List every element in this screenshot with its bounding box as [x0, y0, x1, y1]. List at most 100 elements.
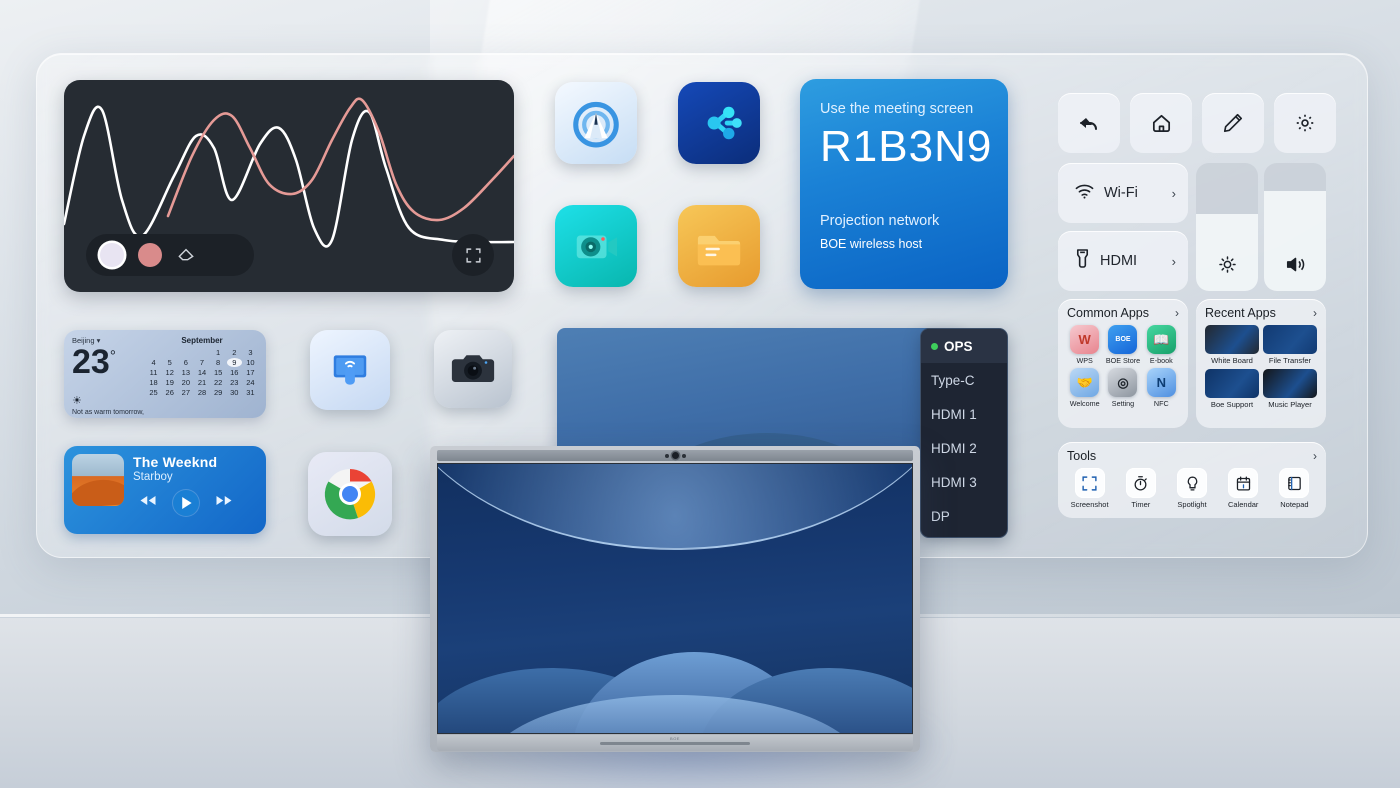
- whiteboard-toolbar[interactable]: [86, 234, 254, 276]
- chrome-browser-icon[interactable]: [308, 452, 392, 536]
- brightness-slider[interactable]: [1196, 163, 1258, 291]
- calendar-day[interactable]: 31: [243, 388, 258, 397]
- airdrop-cast-icon[interactable]: [555, 82, 637, 164]
- calendar-day[interactable]: 8: [211, 358, 226, 367]
- tools-group[interactable]: Tools › Screenshot Timer Spotlight Calendar…: [1058, 442, 1326, 518]
- calendar-day[interactable]: 26: [162, 388, 177, 397]
- source-item-hdmi-2[interactable]: HDMI 2: [921, 431, 1007, 465]
- app-welcome[interactable]: 🤝 Welcome: [1067, 368, 1102, 408]
- boe-interactive-flat-panel[interactable]: BOE: [430, 446, 920, 752]
- settings-gear-button[interactable]: [1274, 93, 1336, 153]
- weather-calendar-widget[interactable]: Beijing ▾ 23° ☀ Not as warm tomorrow, wi…: [64, 330, 266, 418]
- calendar-day[interactable]: 4: [146, 358, 161, 367]
- recent-boe-support[interactable]: Boe Support: [1205, 369, 1259, 409]
- fullscreen-icon[interactable]: [452, 234, 494, 276]
- calendar-day[interactable]: 13: [178, 368, 193, 377]
- share-network-icon[interactable]: [678, 82, 760, 164]
- calendar-day[interactable]: 3: [243, 348, 258, 357]
- app-nfc[interactable]: N NFC: [1144, 368, 1179, 408]
- music-player-widget[interactable]: The Weeknd Starboy: [64, 446, 266, 534]
- app-label: NFC: [1153, 399, 1169, 408]
- calendar-day[interactable]: 20: [178, 378, 193, 387]
- calendar-grid[interactable]: 1 2 3 4 5 6 7 8 9 10 11 12 13 14 15 16 17 18 19 20 21 22 23 24 2…: [146, 348, 258, 397]
- calendar-day[interactable]: 10: [243, 358, 258, 367]
- calendar-day[interactable]: 29: [211, 388, 226, 397]
- pen-pink-button[interactable]: [138, 243, 162, 267]
- source-item-ops[interactable]: OPS: [921, 329, 1007, 363]
- calendar-day[interactable]: 30: [227, 388, 242, 397]
- whiteboard-card[interactable]: [64, 80, 514, 292]
- input-source-list[interactable]: OPS Type-C HDMI 1 HDMI 2 HDMI 3 DP: [920, 328, 1008, 538]
- common-apps-grid[interactable]: W WPS BOE BOE Store 📖 E-book 🤝 Welcome ◎ Setting N…: [1067, 325, 1179, 408]
- calendar-day[interactable]: 25: [146, 388, 161, 397]
- calendar-day[interactable]: 19: [162, 378, 177, 387]
- chevron-right-icon[interactable]: ›: [1172, 254, 1176, 269]
- calendar-day[interactable]: 16: [227, 368, 242, 377]
- hdmi-setting-row[interactable]: HDMI ›: [1058, 231, 1188, 291]
- recent-apps-group[interactable]: Recent Apps › White Board File Transfer Bo…: [1196, 299, 1326, 428]
- calendar-blank: [162, 348, 177, 357]
- calendar-day[interactable]: 5: [162, 358, 177, 367]
- source-item-hdmi-3[interactable]: HDMI 3: [921, 465, 1007, 499]
- brightness-fill: [1196, 214, 1258, 291]
- source-item-type-c[interactable]: Type-C: [921, 363, 1007, 397]
- pen-white-button[interactable]: [100, 243, 124, 267]
- chevron-right-icon[interactable]: ›: [1313, 306, 1317, 320]
- tool-timer[interactable]: Timer: [1118, 468, 1163, 509]
- calendar-day[interactable]: 9: [226, 358, 242, 367]
- calendar-day[interactable]: 6: [178, 358, 193, 367]
- recent-file-transfer[interactable]: File Transfer: [1263, 325, 1317, 365]
- tools-grid[interactable]: Screenshot Timer Spotlight Calendar Notepad: [1067, 468, 1317, 509]
- app-label: BOE Store: [1105, 356, 1141, 365]
- calendar-day[interactable]: 7: [194, 358, 209, 367]
- calendar-day[interactable]: 28: [194, 388, 209, 397]
- previous-icon[interactable]: [139, 494, 157, 512]
- app-wps[interactable]: W WPS: [1067, 325, 1102, 365]
- music-controls[interactable]: [133, 490, 233, 516]
- chevron-right-icon[interactable]: ›: [1313, 449, 1317, 463]
- display-screen[interactable]: [437, 463, 913, 734]
- play-button[interactable]: [173, 490, 199, 516]
- tool-notepad[interactable]: Notepad: [1272, 468, 1317, 509]
- recent-apps-grid[interactable]: White Board File Transfer Boe Support Music…: [1205, 325, 1317, 409]
- calendar-day[interactable]: 23: [227, 378, 242, 387]
- tool-screenshot[interactable]: Screenshot: [1067, 468, 1112, 509]
- camera-icon[interactable]: [434, 330, 512, 408]
- eraser-icon[interactable]: [176, 243, 196, 268]
- video-camera-icon[interactable]: [555, 205, 637, 287]
- chevron-right-icon[interactable]: ›: [1172, 186, 1176, 201]
- recent-white-board[interactable]: White Board: [1205, 325, 1259, 365]
- app-e-book[interactable]: 📖 E-book: [1144, 325, 1179, 365]
- source-item-dp[interactable]: DP: [921, 499, 1007, 533]
- meeting-code-card[interactable]: Use the meeting screen R1B3N9 Projection…: [800, 79, 1008, 289]
- next-icon[interactable]: [215, 494, 233, 512]
- calendar-day[interactable]: 22: [211, 378, 226, 387]
- calendar-day[interactable]: 24: [243, 378, 258, 387]
- calendar-day[interactable]: 21: [194, 378, 209, 387]
- common-apps-group[interactable]: Common Apps › W WPS BOE BOE Store 📖 E-book 🤝 We…: [1058, 299, 1188, 428]
- calendar-day[interactable]: 12: [162, 368, 177, 377]
- volume-slider[interactable]: [1264, 163, 1326, 291]
- tool-calendar[interactable]: Calendar: [1221, 468, 1266, 509]
- calendar-day[interactable]: 15: [211, 368, 226, 377]
- chevron-right-icon[interactable]: ›: [1175, 306, 1179, 320]
- calendar-day[interactable]: 17: [243, 368, 258, 377]
- annotate-pencil-button[interactable]: [1202, 93, 1264, 153]
- tool-spotlight[interactable]: Spotlight: [1169, 468, 1214, 509]
- calendar-day[interactable]: 27: [178, 388, 193, 397]
- wireless-display-icon[interactable]: [310, 330, 390, 410]
- recent-music-player[interactable]: Music Player: [1263, 369, 1317, 409]
- calendar-day[interactable]: 11: [146, 368, 161, 377]
- back-button[interactable]: [1058, 93, 1120, 153]
- calendar-day[interactable]: 1: [211, 348, 226, 357]
- calendar-day[interactable]: 2: [227, 348, 242, 357]
- calendar-day[interactable]: 18: [146, 378, 161, 387]
- home-button[interactable]: [1130, 93, 1192, 153]
- recent-app-label: File Transfer: [1268, 356, 1312, 365]
- folder-icon[interactable]: [678, 205, 760, 287]
- source-item-hdmi-1[interactable]: HDMI 1: [921, 397, 1007, 431]
- wifi-setting-row[interactable]: Wi-Fi ›: [1058, 163, 1188, 223]
- calendar-day[interactable]: 14: [194, 368, 209, 377]
- app-setting[interactable]: ◎ Setting: [1105, 368, 1140, 408]
- app-boe-store[interactable]: BOE BOE Store: [1105, 325, 1140, 365]
